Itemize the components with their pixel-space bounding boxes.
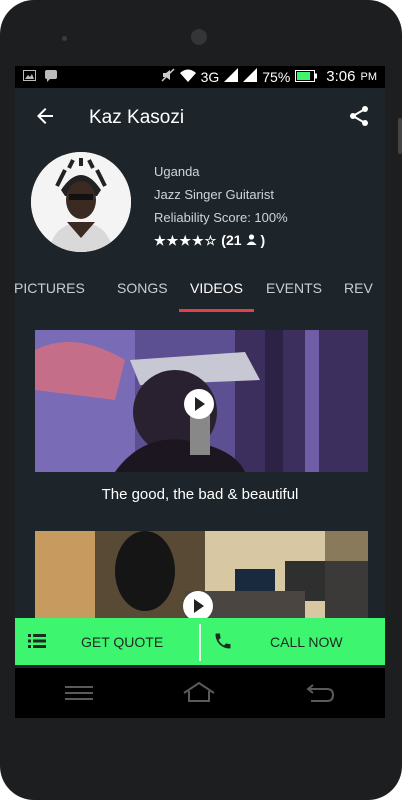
rating-count-close: ) xyxy=(260,232,266,248)
play-icon-2[interactable] xyxy=(183,591,213,621)
star-empty-icon: ☆ xyxy=(204,233,218,248)
star-full-icon: ★ xyxy=(191,233,205,248)
network-type: 3G xyxy=(200,68,220,85)
signal-icon-2 xyxy=(243,68,258,85)
chat-notification-icon xyxy=(44,69,58,85)
phone-frame: 3G 75% 3:06 PM Kaz Kasozi Uganda Jazz Si… xyxy=(0,0,402,800)
video-thumbnail[interactable] xyxy=(35,330,368,472)
active-tab-indicator xyxy=(179,309,254,312)
star-full-icon: ★ xyxy=(154,233,167,248)
star-full-icon: ★ xyxy=(179,233,192,248)
home-icon[interactable] xyxy=(183,681,215,707)
clock-ampm: PM xyxy=(360,70,378,83)
tab-videos[interactable]: VIDEOS xyxy=(190,280,243,296)
play-icon[interactable] xyxy=(184,389,214,419)
star-full-icon: ★ xyxy=(166,233,180,248)
tab-bar: PICTURES SONGS VIDEOS EVENTS REV xyxy=(15,272,385,312)
reliability-score: Reliability Score: 100% xyxy=(154,210,288,225)
phone-icon xyxy=(213,631,233,654)
mute-icon xyxy=(161,68,175,85)
call-now-label: CALL NOW xyxy=(270,633,343,650)
tab-songs[interactable]: SONGS xyxy=(117,280,168,296)
battery-icon xyxy=(295,69,318,85)
image-notification-icon xyxy=(23,69,36,85)
speaker-dot xyxy=(62,36,67,41)
call-now-button[interactable]: CALL NOW xyxy=(201,618,385,665)
avatar xyxy=(31,152,131,252)
tab-events[interactable]: EVENTS xyxy=(266,280,322,296)
video-caption: The good, the bad & beautiful xyxy=(101,486,299,503)
wifi-icon xyxy=(179,69,196,85)
back-arrow-icon[interactable] xyxy=(33,104,57,128)
app-bar: Kaz Kasozi xyxy=(15,88,385,150)
tab-pictures[interactable]: PICTURES xyxy=(15,280,85,296)
system-nav-bar xyxy=(15,668,385,718)
back-nav-icon[interactable] xyxy=(305,684,335,707)
profile-info: Uganda Jazz Singer Guitarist Reliability… xyxy=(154,160,288,252)
page-title: Kaz Kasozi xyxy=(89,107,185,128)
action-bar: GET QUOTE CALL NOW xyxy=(15,618,385,665)
rating-row: ★★★★☆ (21 ) xyxy=(154,229,288,252)
screen: 3G 75% 3:06 PM Kaz Kasozi Uganda Jazz Si… xyxy=(15,66,385,718)
profile-country: Uganda xyxy=(154,164,200,179)
profile-profession: Jazz Singer Guitarist xyxy=(154,187,274,202)
tab-reviews[interactable]: REV xyxy=(344,280,373,296)
rating-count: (21 xyxy=(221,232,242,248)
status-bar: 3G 75% 3:06 PM xyxy=(15,66,385,88)
person-icon xyxy=(246,229,257,252)
front-camera xyxy=(191,29,207,45)
clock: 3:06 xyxy=(326,68,356,85)
get-quote-label: GET QUOTE xyxy=(81,633,164,650)
get-quote-button[interactable]: GET QUOTE xyxy=(15,618,199,665)
menu-icon[interactable] xyxy=(65,686,93,705)
battery-percent: 75% xyxy=(262,68,291,85)
video-thumbnail-2[interactable] xyxy=(35,531,368,621)
list-icon xyxy=(28,634,46,651)
rating-stars: ★★★★☆ xyxy=(154,229,217,252)
signal-icon xyxy=(224,68,239,85)
share-icon[interactable] xyxy=(347,104,371,128)
side-button xyxy=(398,118,402,154)
